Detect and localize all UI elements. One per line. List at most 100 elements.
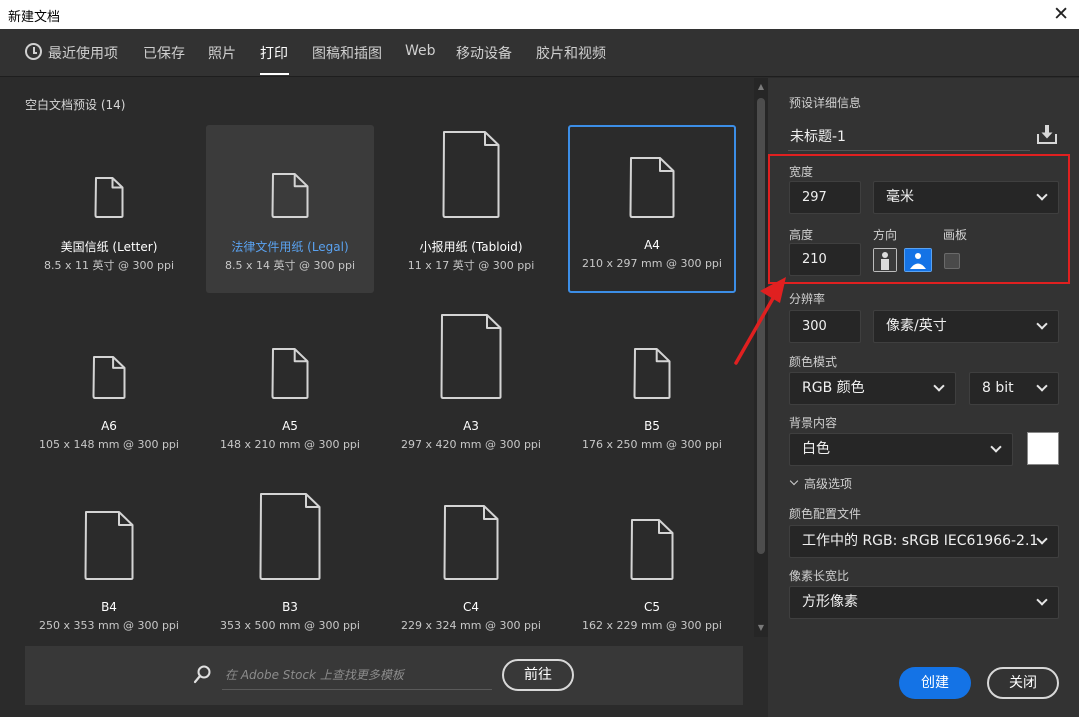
clock-icon[interactable] — [25, 43, 42, 60]
preset-name: A5 — [282, 419, 298, 433]
preset-size: 250 x 353 mm @ 300 ppi — [39, 619, 179, 632]
preset-size: 353 x 500 mm @ 300 ppi — [220, 619, 360, 632]
document-icon — [271, 173, 309, 218]
preset-card[interactable]: C4 229 x 324 mm @ 300 ppi — [387, 487, 555, 655]
document-icon — [443, 505, 499, 580]
document-name-input[interactable]: 未标题-1 — [790, 126, 846, 146]
background-label: 背景内容 — [789, 416, 838, 430]
tab-print[interactable]: 打印 — [260, 43, 288, 63]
bit-depth-select[interactable]: 8 bit — [969, 372, 1059, 405]
document-icon — [440, 314, 502, 399]
preset-name: C4 — [462, 600, 479, 614]
active-tab-indicator — [260, 73, 289, 75]
pixel-aspect-select[interactable]: 方形像素 — [789, 586, 1059, 619]
document-icon — [630, 519, 674, 580]
chevron-down-icon — [933, 380, 945, 392]
preset-card[interactable]: A6 105 x 148 mm @ 300 ppi — [25, 306, 193, 474]
color-mode-label: 颜色模式 — [789, 355, 838, 369]
preset-name: A4 — [644, 238, 660, 252]
preset-card[interactable]: C5 162 x 229 mm @ 300 ppi — [568, 487, 736, 655]
tab-saved[interactable]: 已保存 — [143, 43, 185, 63]
window-close-icon[interactable]: ✕ — [1053, 3, 1069, 25]
bit-depth-value: 8 bit — [982, 380, 1014, 396]
preset-size: 11 x 17 英寸 @ 300 ppi — [407, 259, 535, 272]
document-icon — [92, 356, 126, 399]
details-heading: 预设详细信息 — [789, 96, 862, 110]
preset-heading: 空白文档预设 (14) — [25, 96, 125, 113]
document-name-underline — [788, 150, 1030, 151]
preset-name: A3 — [463, 419, 479, 433]
resolution-unit-value: 像素/英寸 — [886, 318, 947, 334]
preset-card[interactable]: 法律文件用纸 (Legal) 8.5 x 14 英寸 @ 300 ppi — [206, 125, 374, 293]
preset-name: A6 — [101, 419, 117, 433]
document-icon — [259, 493, 321, 580]
stock-search-bar: 在 Adobe Stock 上查找更多模板 前往 — [25, 646, 743, 705]
search-underline — [222, 689, 492, 690]
color-profile-label: 颜色配置文件 — [789, 507, 862, 521]
preset-name: 美国信纸 (Letter) — [60, 240, 158, 254]
preset-name: 小报用纸 (Tabloid) — [419, 240, 523, 254]
tab-mobile[interactable]: 移动设备 — [456, 43, 512, 63]
resolution-unit-select[interactable]: 像素/英寸 — [873, 310, 1059, 343]
preset-details-panel: 预设详细信息 未标题-1 宽度 297 毫米 高度 210 方向 画板 分辨率 … — [768, 78, 1079, 717]
tab-photo[interactable]: 照片 — [208, 43, 236, 63]
create-button[interactable]: 创建 — [899, 667, 971, 699]
document-icon — [633, 348, 671, 399]
pixel-aspect-value: 方形像素 — [802, 594, 858, 610]
preset-size: 162 x 229 mm @ 300 ppi — [582, 619, 722, 632]
chevron-down-icon — [990, 441, 1002, 453]
tab-art-illustration[interactable]: 图稿和插图 — [312, 43, 382, 63]
tab-recent[interactable]: 最近使用项 — [48, 43, 118, 63]
background-value: 白色 — [802, 441, 830, 457]
resolution-label: 分辨率 — [789, 292, 826, 306]
preset-size: 8.5 x 11 英寸 @ 300 ppi — [44, 259, 174, 272]
chevron-down-icon — [1036, 594, 1048, 606]
background-select[interactable]: 白色 — [789, 433, 1013, 466]
preset-card[interactable]: B3 353 x 500 mm @ 300 ppi — [206, 487, 374, 655]
preset-name: B4 — [101, 600, 117, 614]
preset-size: 8.5 x 14 英寸 @ 300 ppi — [225, 259, 355, 272]
title-bar: 新建文档 ✕ — [0, 0, 1079, 29]
preset-name: B3 — [282, 600, 298, 614]
pixel-aspect-label: 像素长宽比 — [789, 569, 850, 583]
advanced-options-toggle[interactable]: 高级选项 — [804, 475, 852, 492]
preset-card[interactable]: B5 176 x 250 mm @ 300 ppi — [568, 306, 736, 474]
scroll-up-icon[interactable]: ▲ — [757, 83, 765, 91]
resolution-input[interactable]: 300 — [789, 310, 861, 343]
color-mode-select[interactable]: RGB 颜色 — [789, 372, 956, 405]
preset-name: C5 — [643, 600, 660, 614]
chevron-down-icon — [1036, 380, 1048, 392]
stock-search-input[interactable]: 在 Adobe Stock 上查找更多模板 — [225, 666, 404, 683]
preset-size: 229 x 324 mm @ 300 ppi — [401, 619, 541, 632]
preset-card[interactable]: 美国信纸 (Letter) 8.5 x 11 英寸 @ 300 ppi — [25, 125, 193, 293]
preset-name: B5 — [644, 419, 660, 433]
document-icon — [442, 131, 500, 218]
preset-card[interactable]: A5 148 x 210 mm @ 300 ppi — [206, 306, 374, 474]
color-profile-select[interactable]: 工作中的 RGB: sRGB IEC61966-2.1 — [789, 525, 1059, 558]
annotation-highlight-box — [768, 154, 1070, 284]
window-title: 新建文档 — [8, 10, 61, 25]
close-button[interactable]: 关闭 — [987, 667, 1059, 699]
preset-card[interactable]: A3 297 x 420 mm @ 300 ppi — [387, 306, 555, 474]
preset-card[interactable]: B4 250 x 353 mm @ 300 ppi — [25, 487, 193, 655]
preset-panel: 空白文档预设 (14) 美国信纸 (Letter) 8.5 x 11 英寸 @ 3… — [0, 78, 754, 717]
save-preset-icon[interactable] — [1036, 123, 1058, 145]
tab-web[interactable]: Web — [405, 43, 436, 59]
background-color-swatch[interactable] — [1027, 432, 1059, 465]
scroll-down-icon[interactable]: ▼ — [757, 624, 765, 632]
preset-card[interactable]: 小报用纸 (Tabloid) 11 x 17 英寸 @ 300 ppi — [387, 125, 555, 293]
document-icon — [629, 157, 675, 218]
annotation-arrow-icon — [734, 277, 786, 365]
preset-size: 210 x 297 mm @ 300 ppi — [582, 257, 722, 270]
preset-size: 297 x 420 mm @ 300 ppi — [401, 438, 541, 451]
preset-count: (14) — [100, 98, 126, 112]
preset-card[interactable]: A4 210 x 297 mm @ 300 ppi — [568, 125, 736, 293]
go-button[interactable]: 前往 — [502, 659, 574, 691]
advanced-chevron-icon[interactable] — [789, 476, 799, 486]
chevron-down-icon — [1036, 318, 1048, 330]
preset-size: 148 x 210 mm @ 300 ppi — [220, 438, 360, 451]
tab-film-video[interactable]: 胶片和视频 — [536, 43, 606, 63]
document-icon — [84, 511, 134, 580]
document-icon — [271, 348, 309, 399]
preset-size: 176 x 250 mm @ 300 ppi — [582, 438, 722, 451]
